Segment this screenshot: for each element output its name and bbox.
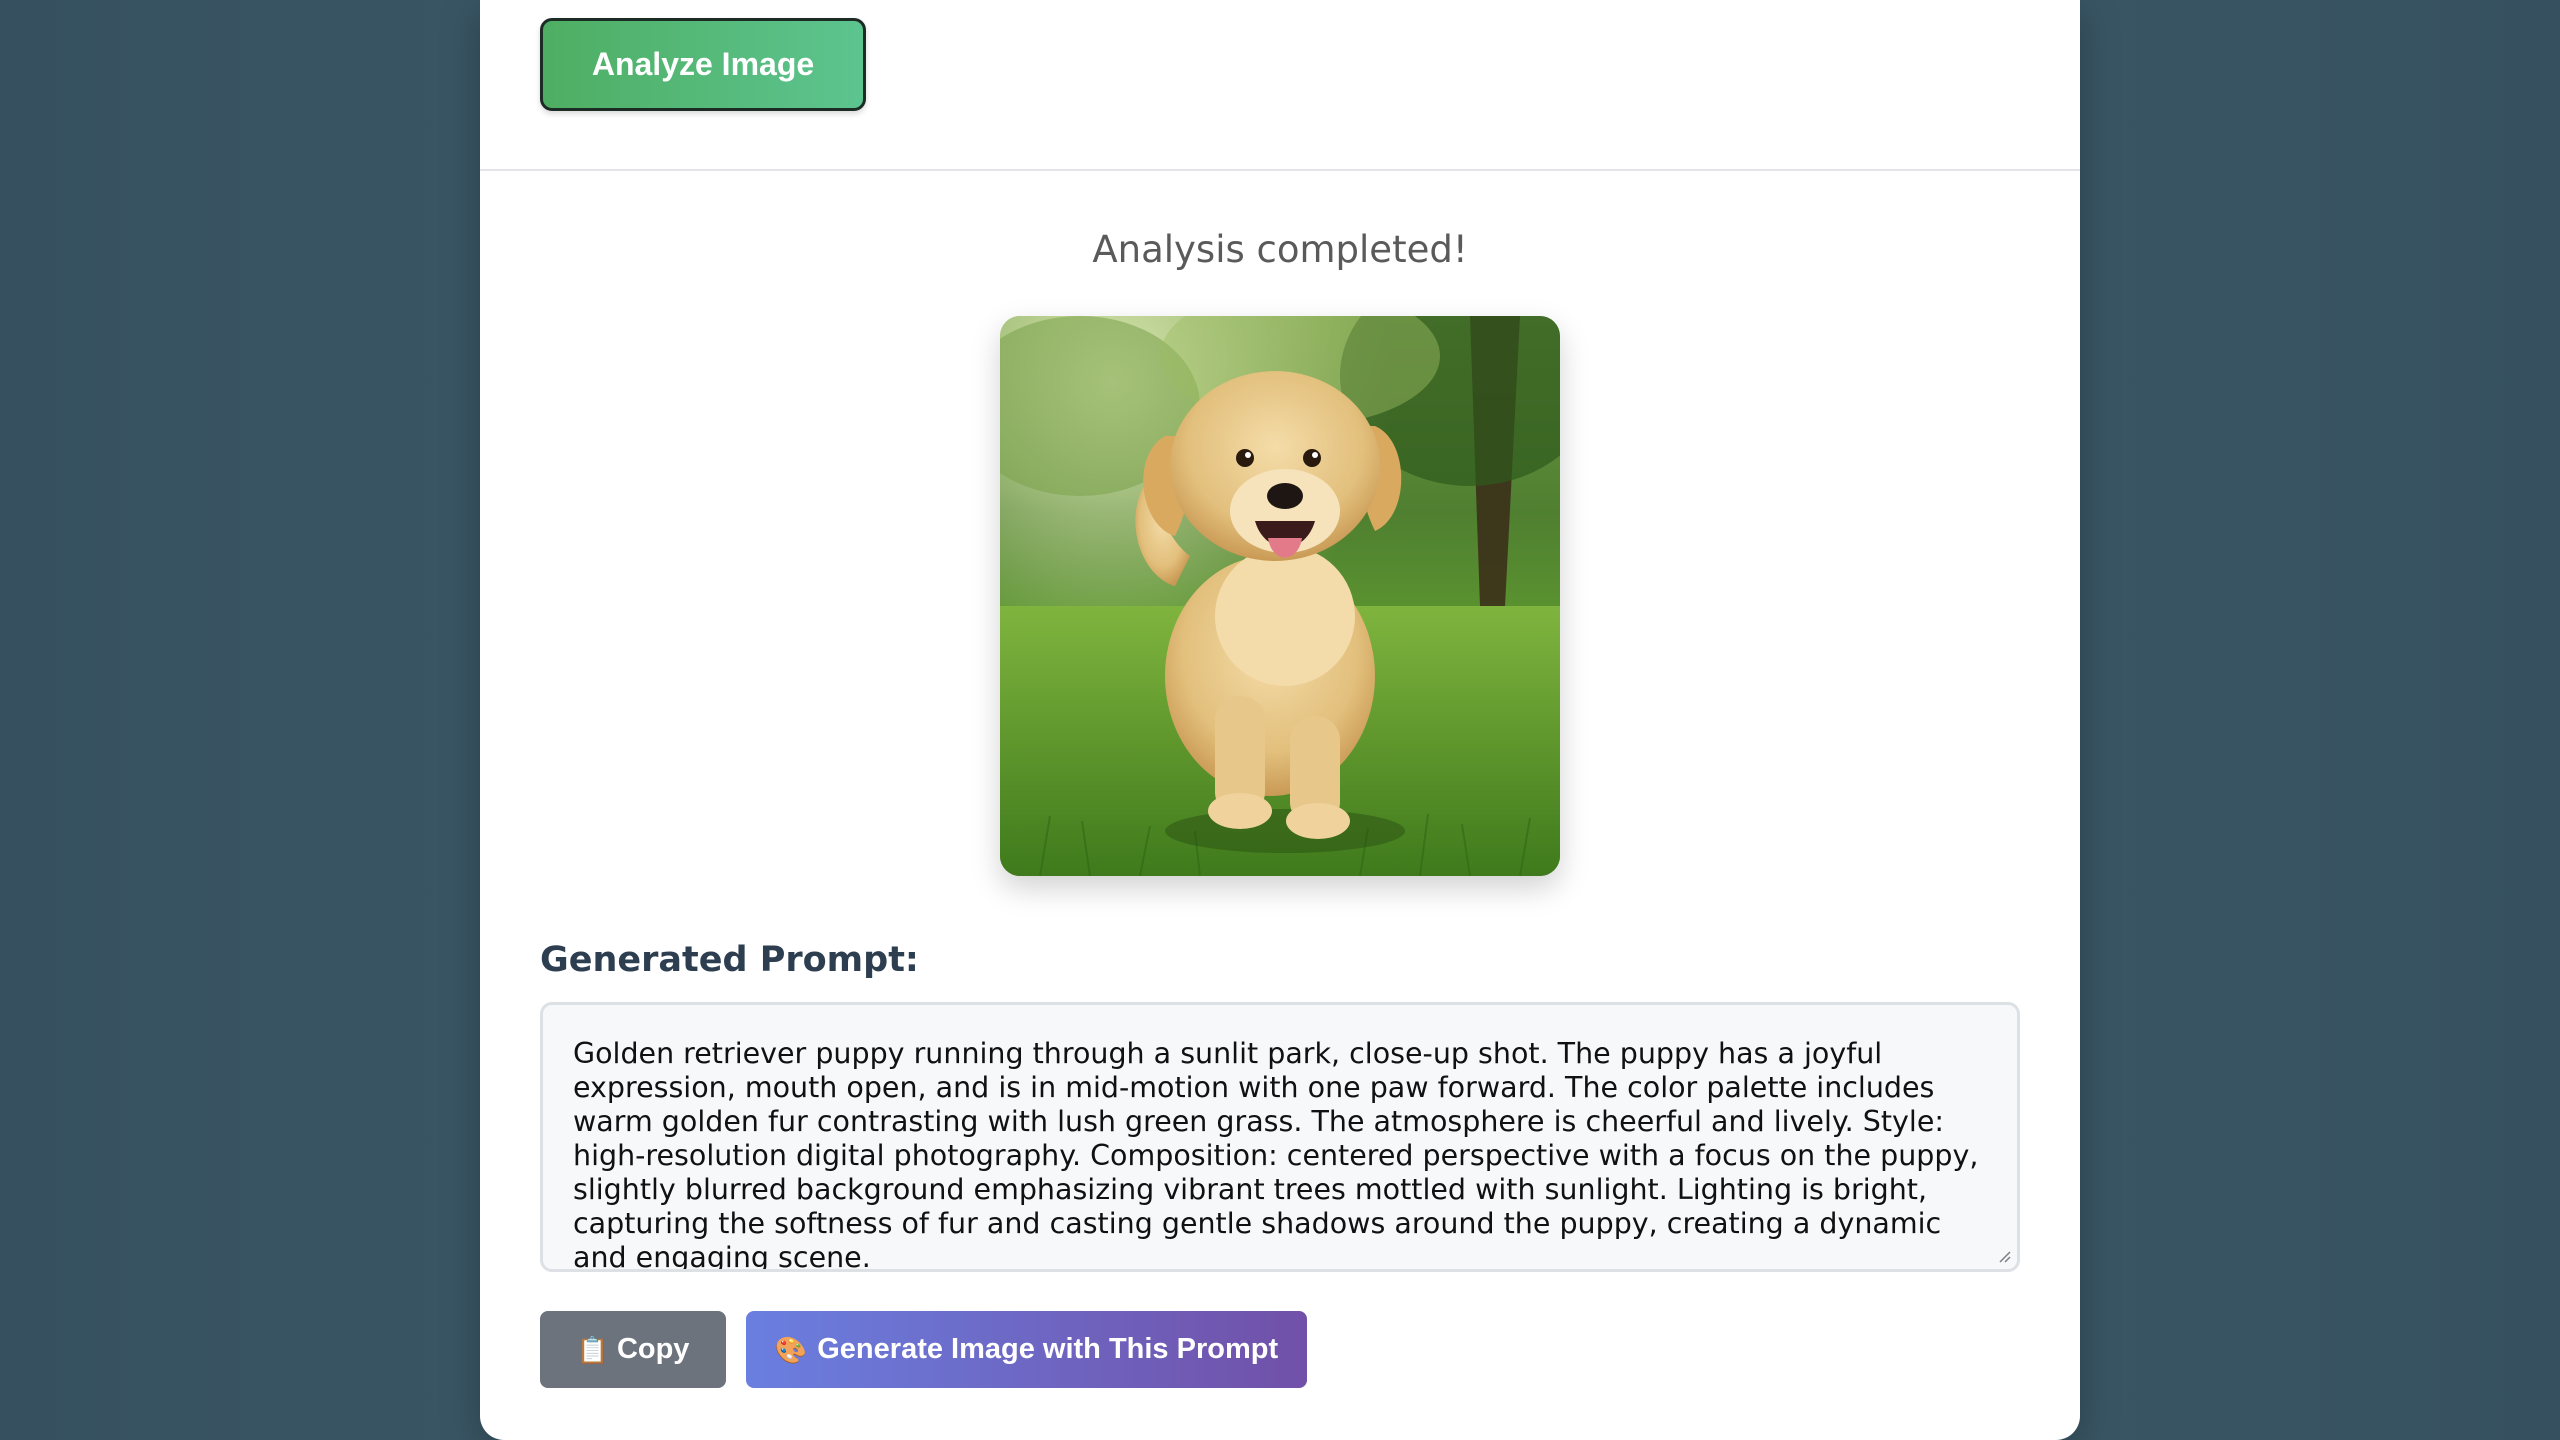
generate-button-label: Generate Image with This Prompt <box>817 1333 1279 1365</box>
generate-image-button[interactable]: 🎨 Generate Image with This Prompt <box>746 1311 1307 1388</box>
analyze-image-button[interactable]: Analyze Image <box>540 18 866 111</box>
puppy-photo <box>1000 316 1560 876</box>
upload-section: Analyze Image <box>480 0 2080 171</box>
prompt-textarea[interactable]: Golden retriever puppy running through a… <box>540 1002 2020 1272</box>
analysis-status: Analysis completed! <box>1092 228 1468 271</box>
clipboard-icon: 📋 <box>576 1334 609 1365</box>
resize-handle-icon[interactable] <box>1995 1247 2011 1263</box>
copy-button-label: Copy <box>616 1333 690 1365</box>
generated-prompt-heading: Generated Prompt: <box>540 940 919 980</box>
palette-icon: 🎨 <box>774 1334 808 1365</box>
main-card: Analyze Image Analysis completed! Genera… <box>480 0 2080 1440</box>
copy-button[interactable]: 📋 Copy <box>540 1311 726 1388</box>
prompt-text: Golden retriever puppy running through a… <box>573 1037 1979 1272</box>
uploaded-image-preview <box>1000 316 1560 876</box>
